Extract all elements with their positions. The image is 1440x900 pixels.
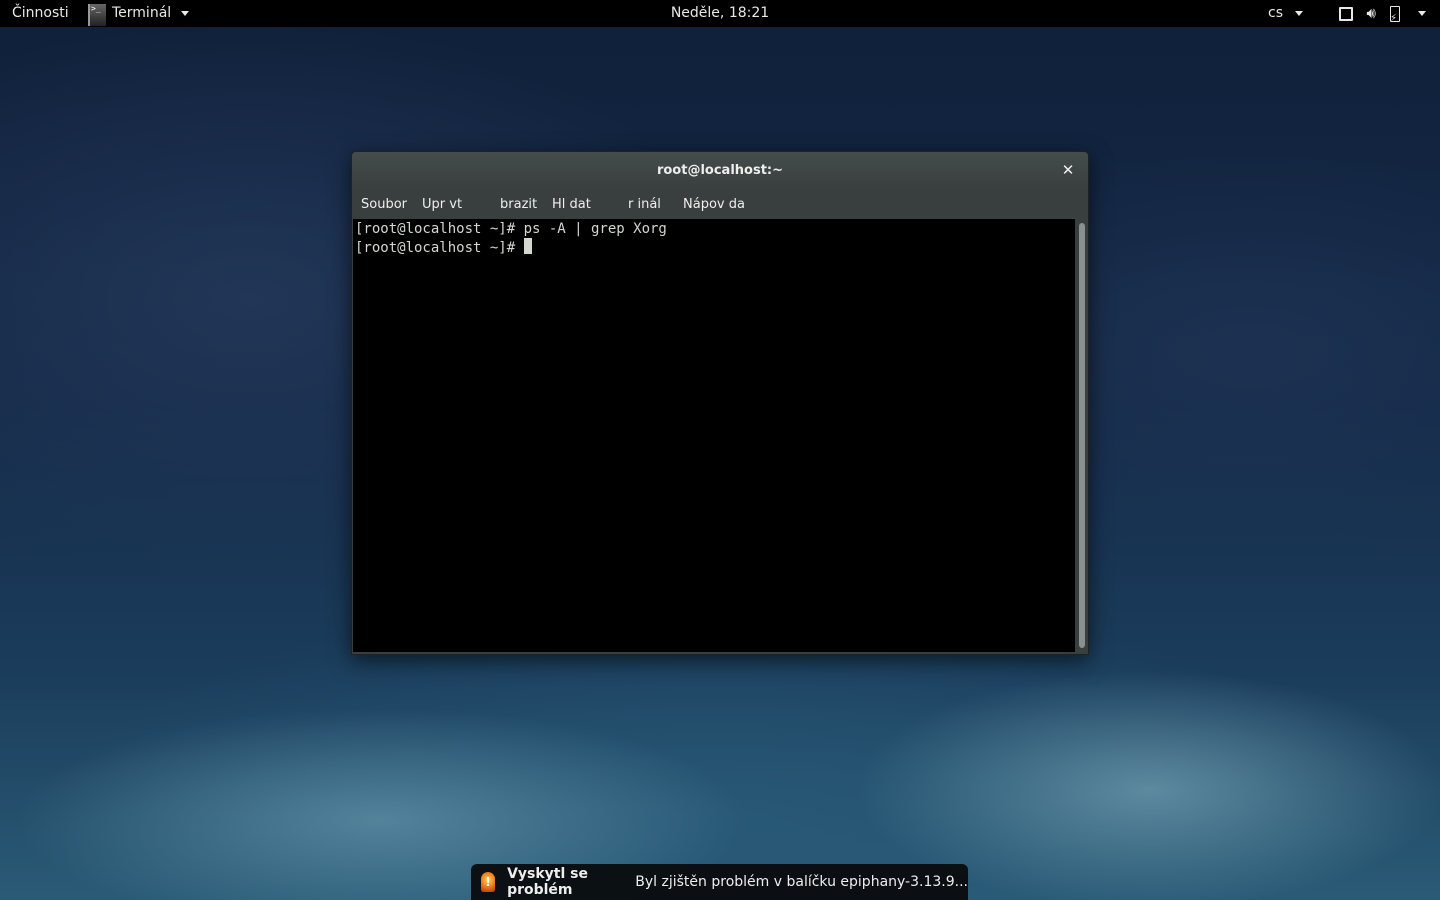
terminal-prompt-line: [root@localhost ~]#	[355, 238, 1073, 257]
menu-help[interactable]: Nápov da	[683, 190, 745, 218]
language-label: cs	[1268, 5, 1283, 21]
menu-edit[interactable]: Upr vt	[422, 190, 462, 218]
terminal-cursor	[523, 238, 532, 254]
window-icon	[1338, 6, 1353, 21]
system-tray[interactable]: 🔊︎	[1338, 0, 1426, 32]
clock-button[interactable]: Neděle, 18:21	[671, 5, 769, 21]
close-button[interactable]: ✕	[1060, 162, 1076, 178]
app-menu-label: Terminál	[112, 5, 172, 21]
chevron-down-icon	[181, 11, 190, 16]
menu-file[interactable]: Soubor	[361, 190, 407, 218]
notification-body: Byl zjištěn problém v balíčku epiphany-3…	[635, 874, 968, 890]
menu-terminal[interactable]: r inál	[628, 190, 661, 218]
window-titlebar[interactable]: root@localhost:~ ✕	[352, 152, 1088, 190]
scrollbar-thumb[interactable]	[1079, 223, 1085, 648]
window-title: root@localhost:~	[656, 163, 784, 178]
activities-button[interactable]: Činnosti	[12, 0, 69, 27]
terminal-window: root@localhost:~ ✕ Soubor Upr vt brazit …	[351, 151, 1089, 655]
menu-view[interactable]: brazit	[500, 190, 537, 218]
clock-area: Neděle, 18:21	[0, 0, 1440, 27]
problem-notification[interactable]: ! Vyskytl se problém Byl zjištěn problém…	[471, 864, 968, 900]
app-menu[interactable]: >_ Terminál	[88, 0, 190, 27]
notification-title: Vyskytl se problém	[507, 866, 588, 898]
terminal-app-icon: >_	[88, 3, 106, 26]
warning-icon: !	[481, 872, 496, 892]
battery-icon	[1390, 5, 1400, 32]
menu-search[interactable]: Hl dat	[552, 190, 591, 218]
menu-bar: Soubor Upr vt brazit Hl dat r inál Nápov…	[352, 190, 1088, 218]
terminal-prompt: [root@localhost ~]#	[355, 240, 524, 256]
chevron-down-icon	[1295, 10, 1304, 16]
volume-icon: 🔊︎	[1366, 4, 1376, 22]
terminal-output[interactable]: [root@localhost ~]# ps -A | grep Xorg [ro…	[353, 219, 1075, 652]
language-selector[interactable]: cs	[1268, 0, 1304, 27]
system-menu-arrow-icon	[1418, 11, 1426, 16]
terminal-scrollbar[interactable]	[1076, 219, 1088, 654]
terminal-line: [root@localhost ~]# ps -A | grep Xorg	[355, 221, 667, 237]
top-bar: Činnosti >_ Terminál Neděle, 18:21 cs 🔊︎	[0, 0, 1440, 32]
